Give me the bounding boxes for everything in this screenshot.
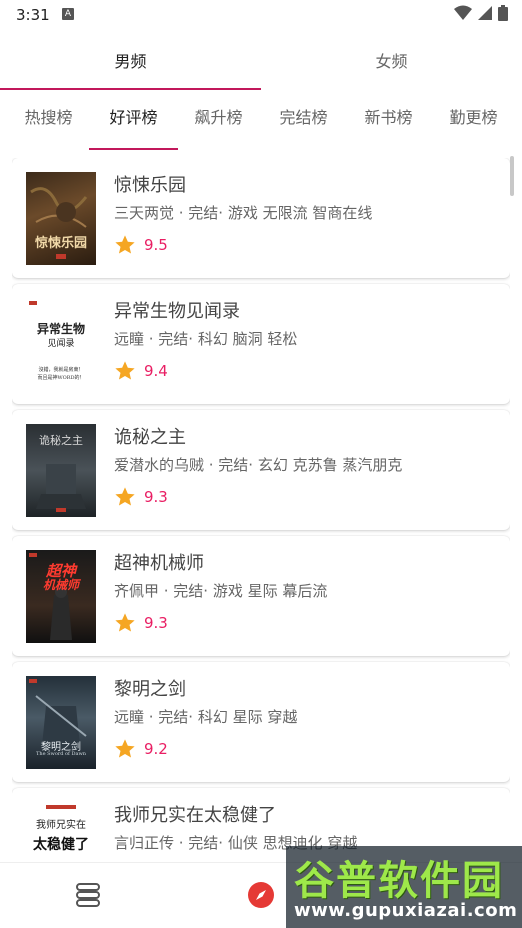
- battery-icon: [498, 5, 508, 21]
- cover-title: 异常生物: [36, 322, 85, 336]
- book-cover: 异常生物 见闻录 沒錯，我就是房東！ 而且是神WORD的！: [26, 298, 96, 391]
- nav-bookshelf[interactable]: [74, 881, 102, 913]
- book-rating: 9.2: [114, 738, 168, 760]
- book-title: 诡秘之主: [114, 427, 186, 448]
- cover-tagline: 沒錯，我就是房東！: [38, 367, 84, 373]
- tab-good-reviews[interactable]: 好评榜: [89, 98, 178, 150]
- book-cover: 惊悚乐园: [26, 172, 96, 265]
- book-title: 黎明之剑: [114, 679, 186, 700]
- scrollbar[interactable]: [510, 156, 514, 196]
- cover-title: 诡秘之主: [39, 434, 83, 447]
- star-icon: [115, 487, 135, 506]
- book-meta: 齐佩甲 · 完结· 游戏 星际 幕后流: [114, 582, 328, 600]
- bookshelf-icon: [76, 883, 100, 907]
- compass-icon: [248, 882, 274, 908]
- tab-male[interactable]: 男频: [0, 38, 261, 90]
- book-card[interactable]: 异常生物 见闻录 沒錯，我就是房東！ 而且是神WORD的！ 异常生物见闻录 远瞳…: [12, 284, 510, 404]
- cover-title: 我师兄实在: [36, 820, 86, 831]
- cover-subtitle: 见闻录: [47, 339, 75, 349]
- book-rating: 9.4: [114, 360, 168, 382]
- cover-title: 惊悚乐园: [34, 236, 87, 251]
- tab-rising[interactable]: 飙升榜: [190, 98, 246, 146]
- status-bar: 3:31 A: [0, 0, 522, 30]
- book-title: 我师兄实在太稳健了: [114, 805, 276, 826]
- book-title: 超神机械师: [114, 553, 204, 574]
- book-cover: 超神 机械师: [26, 550, 96, 643]
- star-icon: [115, 361, 135, 380]
- watermark: 谷普软件园 www.gupuxiazai.com: [286, 846, 522, 928]
- book-rating: 9.5: [114, 234, 168, 256]
- status-time: 3:31: [16, 6, 50, 24]
- gender-tabs: 男频 女频: [0, 38, 522, 90]
- book-title: 异常生物见闻录: [114, 301, 240, 322]
- notification-icon: A: [62, 8, 74, 20]
- book-rating: 9.3: [114, 612, 168, 634]
- signal-icon: [478, 6, 492, 20]
- wifi-icon: [454, 5, 472, 20]
- book-card[interactable]: 诡秘之主 诡秘之主 爱潜水的乌贼 · 完结· 玄幻 克苏鲁 蒸汽朋克 9.3: [12, 410, 510, 530]
- tab-hot-search[interactable]: 热搜榜: [20, 98, 76, 146]
- watermark-url: www.gupuxiazai.com: [294, 900, 518, 921]
- star-icon: [115, 739, 135, 758]
- rating-value: 9.5: [144, 236, 168, 254]
- book-card[interactable]: 惊悚乐园 惊悚乐园 三天两觉 · 完结· 游戏 无限流 智商在线 9.5: [12, 158, 510, 278]
- rating-value: 9.3: [144, 614, 168, 632]
- book-meta: 远瞳 · 完结· 科幻 星际 穿越: [114, 708, 298, 726]
- tab-completed[interactable]: 完结榜: [275, 98, 331, 146]
- book-rating: 9.3: [114, 486, 168, 508]
- tab-new-books[interactable]: 新书榜: [360, 98, 416, 146]
- watermark-title: 谷普软件园: [294, 858, 504, 904]
- book-card[interactable]: 超神 机械师 超神机械师 齐佩甲 · 完结· 游戏 星际 幕后流 9.3: [12, 536, 510, 656]
- rating-value: 9.3: [144, 488, 168, 506]
- book-cover: 黎明之剑 The Sword of Dawn: [26, 676, 96, 769]
- cover-subtitle: 机械师: [42, 578, 79, 592]
- rank-tabs: 热搜榜 好评榜 飙升榜 完结榜 新书榜 勤更榜: [0, 98, 522, 150]
- tab-female[interactable]: 女频: [261, 38, 522, 90]
- book-cover: 我师兄实在 太稳健了: [26, 802, 96, 862]
- cover-tagline: 而且是神WORD的！: [37, 375, 85, 381]
- status-icons: [454, 5, 508, 21]
- book-cover: 诡秘之主: [26, 424, 96, 517]
- book-meta: 爱潜水的乌贼 · 完结· 玄幻 克苏鲁 蒸汽朋克: [114, 456, 403, 474]
- rating-value: 9.4: [144, 362, 168, 380]
- book-meta: 三天两觉 · 完结· 游戏 无限流 智商在线: [114, 204, 373, 222]
- rating-value: 9.2: [144, 740, 168, 758]
- book-meta: 远瞳 · 完结· 科幻 脑洞 轻松: [114, 330, 298, 348]
- nav-discover[interactable]: [247, 881, 275, 913]
- book-title: 惊悚乐园: [114, 175, 186, 196]
- book-card[interactable]: 黎明之剑 The Sword of Dawn 黎明之剑 远瞳 · 完结· 科幻 …: [12, 662, 510, 782]
- star-icon: [115, 235, 135, 254]
- cover-subtitle: 太稳健了: [33, 837, 89, 853]
- cover-subtitle: The Sword of Dawn: [36, 751, 86, 757]
- star-icon: [115, 613, 135, 632]
- book-list: 惊悚乐园 惊悚乐园 三天两觉 · 完结· 游戏 无限流 智商在线 9.5 异常生…: [12, 158, 510, 862]
- tab-frequent-updates[interactable]: 勤更榜: [445, 98, 501, 146]
